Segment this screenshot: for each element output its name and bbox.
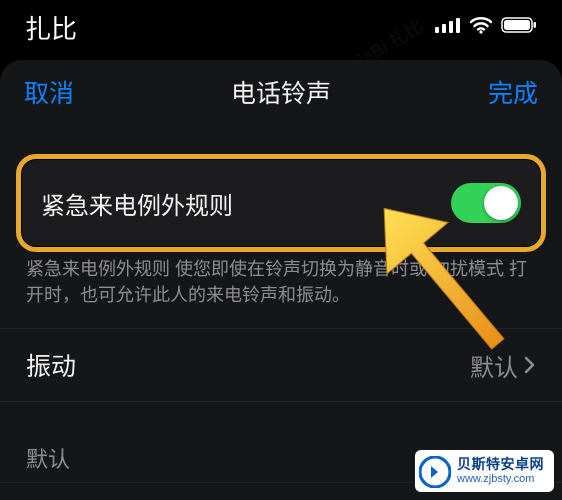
battery-icon xyxy=(501,17,537,38)
emergency-bypass-description: 紧急来电例外规则 使您即使在铃声切换为静音时或 勿扰模式 打开时，也可允许此人的… xyxy=(26,256,536,308)
wifi-icon xyxy=(469,16,493,39)
signal-icon xyxy=(435,17,461,38)
cancel-button[interactable]: 取消 xyxy=(24,74,74,110)
chevron-right-icon xyxy=(524,356,536,374)
back-title[interactable]: 扎比 xyxy=(25,9,77,46)
sheet-header: 取消 电话铃声 完成 xyxy=(0,60,562,124)
sheet-title: 电话铃声 xyxy=(231,74,331,110)
vibration-value: 默认 xyxy=(470,348,518,383)
toggle-knob xyxy=(484,186,518,220)
vibration-label: 振动 xyxy=(26,347,76,383)
emergency-bypass-label: 紧急来电例外规则 xyxy=(41,186,233,221)
ringtone-sheet: 取消 电话铃声 完成 紧急来电例外规则 紧急来电例外规则 使您即使在铃声切换为静… xyxy=(0,60,562,500)
badge-url: www.zjbsty.com xyxy=(457,473,544,486)
vibration-row[interactable]: 振动 默认 xyxy=(0,328,562,402)
done-button[interactable]: 完成 xyxy=(488,74,538,110)
badge-logo-icon xyxy=(419,456,451,488)
emergency-bypass-row[interactable]: 紧急来电例外规则 xyxy=(16,154,546,252)
emergency-bypass-toggle[interactable] xyxy=(451,183,521,223)
source-badge: 贝斯特安卓网 www.zjbsty.com xyxy=(415,450,554,492)
badge-title: 贝斯特安卓网 xyxy=(457,456,544,473)
status-bar: 扎比 xyxy=(0,0,562,55)
